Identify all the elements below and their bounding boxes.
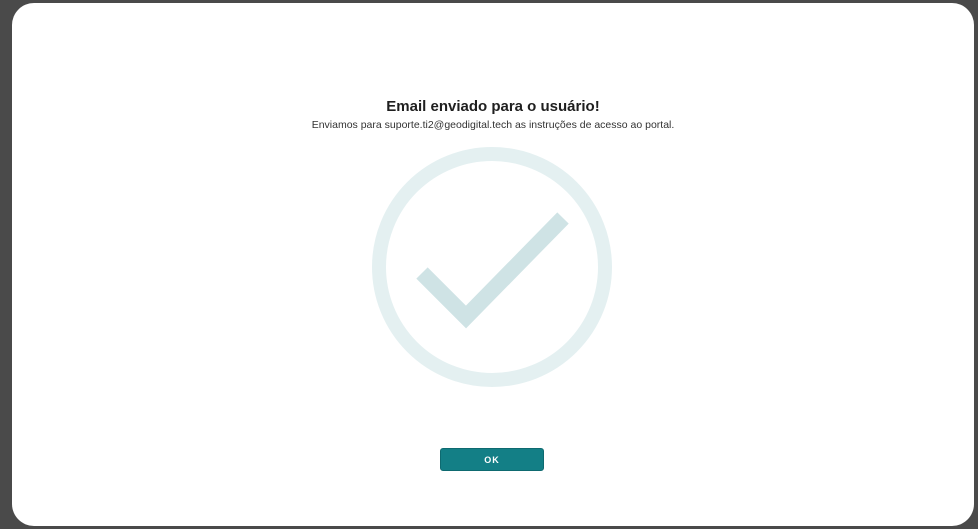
ok-button[interactable]: OK bbox=[440, 448, 544, 471]
dialog-message: Enviamos para suporte.ti2@geodigital.tec… bbox=[311, 119, 675, 131]
dialog-title: Email enviado para o usuário! bbox=[386, 98, 600, 115]
check-circle-icon bbox=[372, 147, 612, 387]
success-dialog: Email enviado para o usuário! Enviamos p… bbox=[12, 3, 974, 526]
